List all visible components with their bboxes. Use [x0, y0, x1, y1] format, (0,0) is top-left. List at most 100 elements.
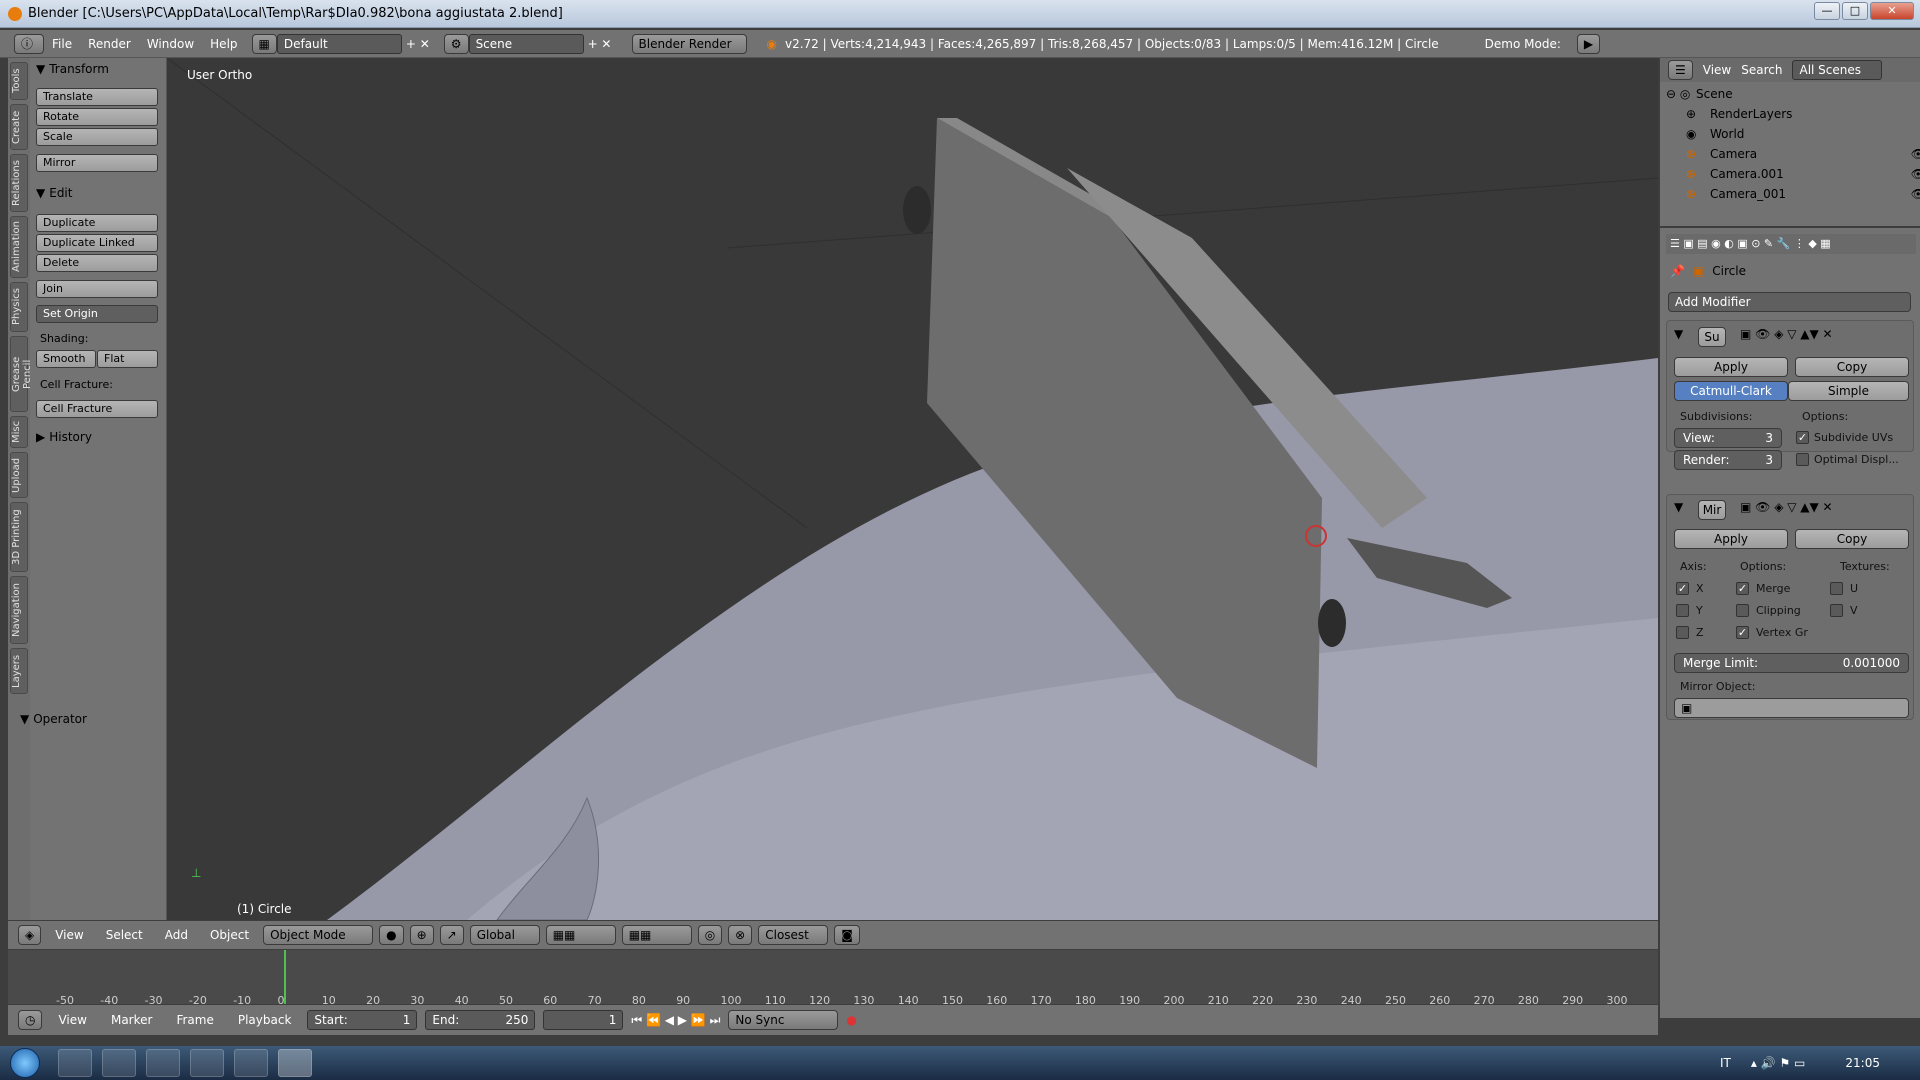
- snap-target-select[interactable]: Closest: [758, 925, 829, 945]
- editor-type-icon[interactable]: ◈: [18, 925, 42, 945]
- collapse-icon[interactable]: ▼: [1674, 500, 1683, 514]
- render-levels-field[interactable]: Render: 3: [1674, 450, 1782, 470]
- tab-navigation[interactable]: Navigation: [10, 576, 28, 644]
- timeline[interactable]: -50 -40 -30 -20 -10 0 10 20 30 40 50 60 70 80 90 100 110…: [8, 950, 1658, 1004]
- outliner-item-renderlayers[interactable]: ⊕ RenderLayers: [1686, 104, 1920, 123]
- render-icon[interactable]: ◙: [834, 925, 860, 945]
- modifier-visibility-icons[interactable]: ▣ 👁 ◈ ▽ ▲▼ ✕: [1740, 327, 1833, 341]
- delete-button[interactable]: Delete: [36, 254, 158, 272]
- mode-select[interactable]: Object Mode: [263, 925, 374, 945]
- menu-playback[interactable]: Playback: [230, 1013, 300, 1027]
- info-editor-type-icon[interactable]: ⓘ: [14, 33, 44, 54]
- screen-layout-icon[interactable]: ▦: [251, 33, 277, 54]
- menu-timeline-view[interactable]: View: [50, 1013, 94, 1027]
- menu-select[interactable]: Select: [98, 928, 151, 942]
- current-frame-field[interactable]: 1: [543, 1010, 624, 1030]
- tab-upload[interactable]: Upload: [10, 452, 28, 498]
- outliner-filter-select[interactable]: All Scenes: [1792, 60, 1883, 80]
- operator-panel-header[interactable]: ▼ Operator: [20, 712, 87, 726]
- tab-relations[interactable]: Relations: [10, 154, 28, 212]
- playback-controls-icon[interactable]: ⏮ ⏪ ◀ ▶ ⏩ ⏭: [631, 1013, 720, 1028]
- add-layout-icon[interactable]: + ✕: [406, 37, 430, 51]
- app-icon[interactable]: [146, 1049, 180, 1077]
- layers-grid-2-icon[interactable]: ▦▦: [621, 925, 692, 945]
- mirror-name-field[interactable]: Mir: [1698, 500, 1726, 520]
- close-button[interactable]: ✕: [1870, 2, 1914, 20]
- outliner-view-menu[interactable]: View: [1703, 63, 1731, 77]
- edit-panel-header[interactable]: ▼ Edit: [36, 186, 72, 200]
- start-button[interactable]: [10, 1048, 40, 1078]
- explorer-icon[interactable]: [58, 1049, 92, 1077]
- manipulator-icon[interactable]: ↗: [439, 925, 464, 945]
- duplicate-button[interactable]: Duplicate: [36, 214, 158, 232]
- add-scene-icon[interactable]: + ✕: [588, 37, 612, 51]
- pivot-icon[interactable]: ⊕: [409, 925, 434, 945]
- tab-misc[interactable]: Misc: [10, 416, 28, 448]
- mirror-copy-button[interactable]: Copy: [1795, 529, 1909, 549]
- merge-checkbox[interactable]: ✓: [1736, 582, 1749, 595]
- scene-icon[interactable]: ⚙: [443, 33, 469, 54]
- optimal-display-checkbox[interactable]: [1796, 453, 1809, 466]
- timeline-editor-icon[interactable]: ◷: [18, 1010, 43, 1030]
- maximize-button[interactable]: □: [1842, 2, 1868, 20]
- tab-create[interactable]: Create: [10, 104, 28, 150]
- menu-frame[interactable]: Frame: [168, 1013, 221, 1027]
- winrar-icon[interactable]: [234, 1049, 268, 1077]
- menu-view[interactable]: View: [47, 928, 91, 942]
- snap-icon[interactable]: ⊗: [728, 925, 753, 945]
- outliner-item-camera-001[interactable]: ⊕ Camera.001 👁: [1686, 164, 1920, 183]
- mirror-button[interactable]: Mirror: [36, 154, 158, 172]
- end-frame-field[interactable]: End: 250: [425, 1010, 536, 1030]
- menu-marker[interactable]: Marker: [103, 1013, 160, 1027]
- blender-taskbar-icon[interactable]: [278, 1049, 312, 1077]
- minimize-button[interactable]: —: [1814, 2, 1840, 20]
- subsurf-apply-button[interactable]: Apply: [1674, 357, 1788, 377]
- modifier-visibility-icons[interactable]: ▣ 👁 ◈ ▽ ▲▼ ✕: [1740, 500, 1833, 514]
- subsurf-name-field[interactable]: Su: [1698, 327, 1726, 347]
- render-engine-select[interactable]: Blender Render: [631, 33, 747, 54]
- simple-button[interactable]: Simple: [1788, 381, 1909, 401]
- outliner-item-camera[interactable]: ⊕ Camera 👁: [1686, 144, 1920, 163]
- scale-button[interactable]: Scale: [36, 128, 158, 146]
- menu-add[interactable]: Add: [157, 928, 196, 942]
- properties-context-tabs[interactable]: ☰ ▣ ▤ ◉ ◐ ▣ ⊙ ✎ 🔧 ⋮ ◆ ▦: [1666, 234, 1916, 254]
- duplicate-linked-button[interactable]: Duplicate Linked: [36, 234, 158, 252]
- clock[interactable]: 21:05: [1845, 1056, 1880, 1070]
- tab-grease-pencil[interactable]: Grease Pencil: [10, 336, 33, 412]
- catmull-clark-button[interactable]: Catmull-Clark: [1674, 381, 1788, 401]
- texture-u-checkbox[interactable]: [1830, 582, 1843, 595]
- sync-select[interactable]: No Sync: [728, 1010, 839, 1030]
- transform-panel-header[interactable]: ▼ Transform: [36, 62, 109, 76]
- mirror-object-field[interactable]: ▣: [1674, 698, 1909, 718]
- axis-z-checkbox[interactable]: [1676, 626, 1689, 639]
- tab-tools[interactable]: Tools: [10, 62, 28, 100]
- layers-grid-icon[interactable]: ▦▦: [545, 925, 616, 945]
- set-origin-select[interactable]: Set Origin: [36, 305, 158, 323]
- outliner-item-scene[interactable]: ⊖ ◎ Scene: [1666, 84, 1906, 103]
- tray-icons[interactable]: ▴ 🔊 ⚑ ▭: [1751, 1056, 1806, 1070]
- menu-render[interactable]: Render: [80, 37, 139, 51]
- menu-help[interactable]: Help: [202, 37, 245, 51]
- 3d-viewport[interactable]: User Ortho (1) Circle ⊥: [167, 58, 1658, 920]
- view-levels-field[interactable]: View: 3: [1674, 428, 1782, 448]
- texture-v-checkbox[interactable]: [1830, 604, 1843, 617]
- outliner-item-camera-001b[interactable]: ⊕ Camera_001 👁: [1686, 184, 1920, 203]
- record-icon[interactable]: ●: [846, 1013, 856, 1027]
- outliner-item-world[interactable]: ◉ World: [1686, 124, 1920, 143]
- subsurf-copy-button[interactable]: Copy: [1795, 357, 1909, 377]
- media-player-icon[interactable]: [102, 1049, 136, 1077]
- rotate-button[interactable]: Rotate: [36, 108, 158, 126]
- add-modifier-select[interactable]: Add Modifier: [1668, 292, 1911, 312]
- start-frame-field[interactable]: Start: 1: [307, 1010, 418, 1030]
- subdivide-uvs-checkbox[interactable]: ✓: [1796, 431, 1809, 444]
- vertex-groups-checkbox[interactable]: ✓: [1736, 626, 1749, 639]
- smooth-button[interactable]: Smooth: [36, 350, 96, 368]
- tab-physics[interactable]: Physics: [10, 282, 28, 332]
- axis-x-checkbox[interactable]: ✓: [1676, 582, 1689, 595]
- chrome-icon[interactable]: [190, 1049, 224, 1077]
- history-panel-header[interactable]: ▶ History: [36, 430, 92, 444]
- translate-button[interactable]: Translate: [36, 88, 158, 106]
- language-indicator[interactable]: IT: [1720, 1056, 1731, 1070]
- tab-animation[interactable]: Animation: [10, 216, 28, 278]
- clipping-checkbox[interactable]: [1736, 604, 1749, 617]
